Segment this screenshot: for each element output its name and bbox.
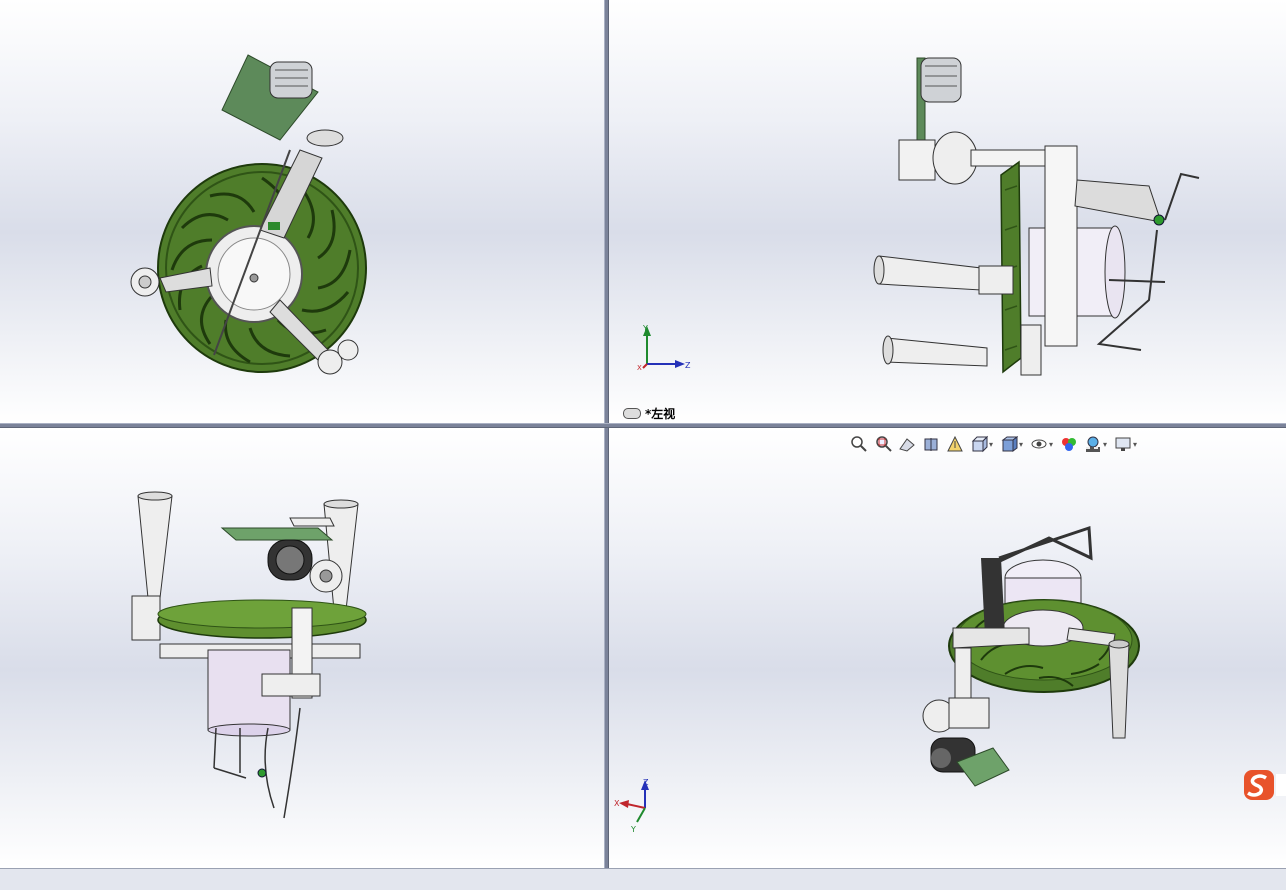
model-top-view[interactable] bbox=[0, 0, 604, 423]
viewport-top-right[interactable]: Y Z X *左视 bbox=[609, 0, 1286, 423]
viewport-top-left[interactable] bbox=[0, 0, 604, 423]
viewport-horizontal-splitter[interactable] bbox=[0, 423, 1286, 428]
view-orientation-label: *左视 bbox=[623, 405, 675, 422]
axis-x-label: X bbox=[614, 799, 620, 808]
axis-y-label: Y bbox=[630, 825, 636, 834]
axis-triad-top-right: Y Z X bbox=[637, 324, 691, 372]
view-name-text: *左视 bbox=[645, 407, 676, 421]
axis-triad-bottom-right: Z X Y bbox=[614, 778, 649, 834]
axis-y-label: Y bbox=[642, 324, 648, 333]
viewport-bottom-right[interactable]: ▾ ▾ ▾ ▾ ▾ Z X Y bbox=[609, 428, 1286, 868]
status-bar bbox=[0, 868, 1286, 890]
axis-z-label: Z bbox=[643, 778, 649, 787]
link-view-icon[interactable] bbox=[623, 408, 641, 419]
model-left-view[interactable] bbox=[609, 0, 1286, 423]
ime-s-logo-icon[interactable] bbox=[1242, 768, 1286, 802]
axis-z-label: Z bbox=[685, 361, 691, 370]
viewport-bottom-left[interactable] bbox=[0, 428, 604, 868]
axis-x-label: X bbox=[637, 364, 642, 372]
model-front-view[interactable] bbox=[0, 428, 604, 868]
viewport-vertical-splitter[interactable] bbox=[604, 0, 609, 868]
model-isometric-view[interactable] bbox=[609, 428, 1286, 868]
